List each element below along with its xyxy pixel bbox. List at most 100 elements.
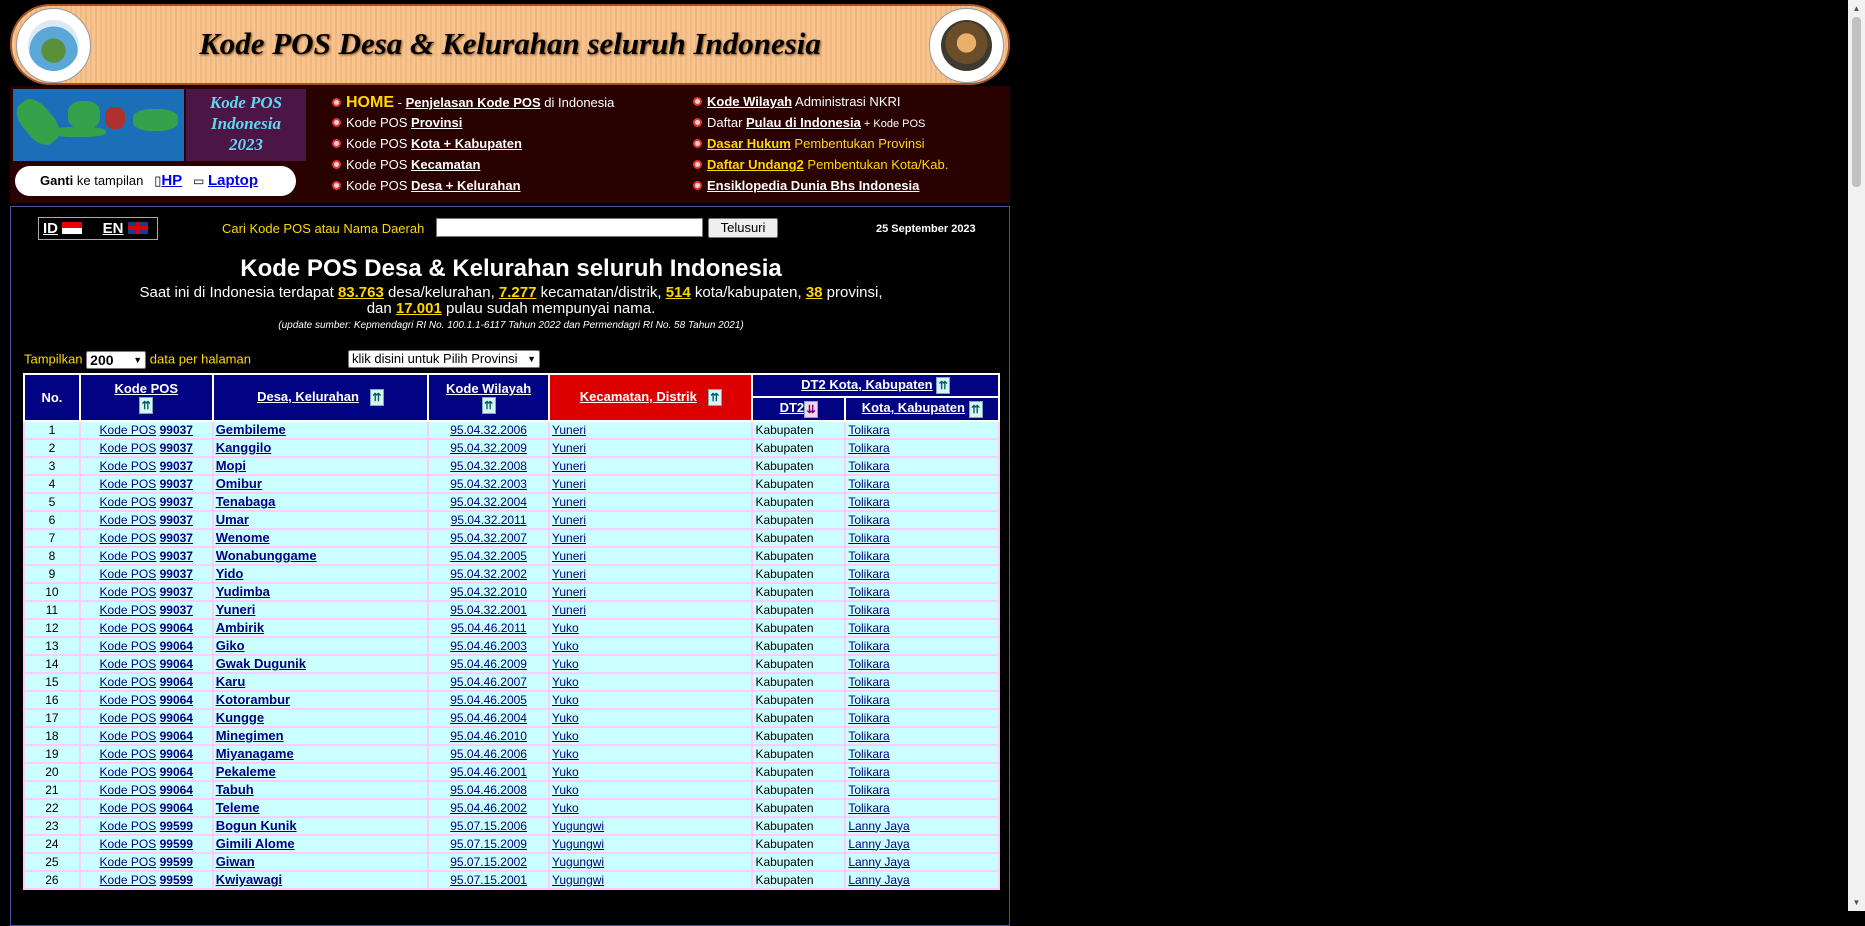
kota-link[interactable]: Tolikara bbox=[848, 657, 889, 671]
desa-link[interactable]: Giwan bbox=[216, 855, 255, 869]
kodepos-prefix-link[interactable]: Kode POS bbox=[100, 621, 157, 635]
kota-link[interactable]: Tolikara bbox=[848, 549, 889, 563]
kota-link[interactable]: Tolikara bbox=[848, 531, 889, 545]
search-button[interactable]: Telusuri bbox=[708, 218, 778, 238]
kodepos-prefix-link[interactable]: Kode POS bbox=[100, 729, 157, 743]
kota-link[interactable]: Tolikara bbox=[848, 729, 889, 743]
kodepos-link[interactable]: 99064 bbox=[160, 693, 193, 707]
kota-link[interactable]: Tolikara bbox=[848, 675, 889, 689]
kodepos-link[interactable]: 99064 bbox=[160, 765, 193, 779]
count-pulau-link[interactable]: 17.001 bbox=[396, 300, 442, 317]
kota-link[interactable]: Tolikara bbox=[848, 567, 889, 581]
desa-link[interactable]: Wenome bbox=[216, 531, 270, 545]
desa-link[interactable]: Umar bbox=[216, 513, 249, 527]
sort-kota-link[interactable]: Kota, Kabupaten bbox=[862, 400, 965, 415]
desa-link[interactable]: Gembileme bbox=[216, 423, 286, 437]
kodepos-link[interactable]: 99037 bbox=[160, 585, 193, 599]
kecamatan-link[interactable]: Yuneri bbox=[552, 567, 586, 581]
kodewilayah-link[interactable]: 95.04.46.2006 bbox=[450, 747, 527, 761]
kecamatan-link[interactable]: Yuneri bbox=[552, 441, 586, 455]
kodepos-prefix-link[interactable]: Kode POS bbox=[100, 855, 157, 869]
kodepos-link[interactable]: 99037 bbox=[160, 531, 193, 545]
kodepos-link[interactable]: 99037 bbox=[160, 459, 193, 473]
kodewilayah-link[interactable]: 95.07.15.2006 bbox=[450, 819, 527, 833]
kota-link[interactable]: Tolikara bbox=[848, 423, 889, 437]
kodepos-prefix-link[interactable]: Kode POS bbox=[100, 567, 157, 581]
kecamatan-link[interactable]: Yuko bbox=[552, 765, 579, 779]
kodewilayah-link[interactable]: 95.07.15.2002 bbox=[450, 855, 527, 869]
kecamatan-link[interactable]: Yugungwi bbox=[552, 837, 604, 851]
kodepos-prefix-link[interactable]: Kode POS bbox=[100, 639, 157, 653]
kota-link[interactable]: Tolikara bbox=[848, 783, 889, 797]
kota-link[interactable]: Lanny Jaya bbox=[848, 837, 909, 851]
kodepos-link[interactable]: 99064 bbox=[160, 729, 193, 743]
kodepos-prefix-link[interactable]: Kode POS bbox=[100, 765, 157, 779]
indonesia-flag-icon[interactable] bbox=[62, 222, 82, 234]
province-select[interactable]: klik disini untuk Pilih Provinsi ▼ bbox=[348, 350, 540, 368]
sort-kodewil-link[interactable]: Kode Wilayah bbox=[446, 381, 531, 396]
kecamatan-link[interactable]: Yuneri bbox=[552, 531, 586, 545]
kodewilayah-link[interactable]: 95.04.46.2005 bbox=[450, 693, 527, 707]
kodewilayah-link[interactable]: 95.04.46.2003 bbox=[450, 639, 527, 653]
kecamatan-link[interactable]: Yugungwi bbox=[552, 873, 604, 887]
kodepos-link[interactable]: 99037 bbox=[160, 513, 193, 527]
kota-link[interactable]: Lanny Jaya bbox=[848, 873, 909, 887]
desa-link[interactable]: Kanggilo bbox=[216, 441, 272, 455]
sort-icon[interactable]: ⇈ bbox=[968, 400, 983, 418]
kodepos-prefix-link[interactable]: Kode POS bbox=[100, 783, 157, 797]
count-kecamatan-link[interactable]: 7.277 bbox=[499, 284, 537, 301]
kodewilayah-link[interactable]: 95.07.15.2001 bbox=[450, 873, 527, 887]
desa-link[interactable]: Omibur bbox=[216, 477, 262, 491]
kota-link[interactable]: Tolikara bbox=[848, 477, 889, 491]
sort-icon[interactable]: ⇈ bbox=[707, 389, 722, 407]
kodewilayah-link[interactable]: 95.04.32.2009 bbox=[450, 441, 527, 455]
kodewilayah-link[interactable]: 95.04.46.2007 bbox=[450, 675, 527, 689]
desa-link[interactable]: Karu bbox=[216, 675, 246, 689]
nav-link-provinsi[interactable]: Provinsi bbox=[411, 115, 462, 130]
kodewilayah-link[interactable]: 95.04.46.2010 bbox=[450, 729, 527, 743]
kota-link[interactable]: Lanny Jaya bbox=[848, 819, 909, 833]
kodepos-link[interactable]: 99599 bbox=[160, 819, 193, 833]
lang-id-link[interactable]: ID bbox=[43, 220, 58, 237]
desa-link[interactable]: Ambirik bbox=[216, 621, 264, 635]
kota-link[interactable]: Tolikara bbox=[848, 585, 889, 599]
kodewilayah-link[interactable]: 95.04.32.2005 bbox=[450, 549, 527, 563]
nav-link-kecamatan[interactable]: Kecamatan bbox=[411, 157, 480, 172]
sort-kecamatan-link[interactable]: Kecamatan, Distrik bbox=[580, 389, 697, 404]
kodepos-prefix-link[interactable]: Kode POS bbox=[100, 477, 157, 491]
kodewilayah-link[interactable]: 95.04.32.2002 bbox=[450, 567, 527, 581]
sort-desc-icon[interactable]: ⇊ bbox=[804, 400, 819, 418]
desa-link[interactable]: Minegimen bbox=[216, 729, 284, 743]
sort-icon[interactable]: ⇈ bbox=[139, 396, 154, 414]
kodepos-link[interactable]: 99037 bbox=[160, 441, 193, 455]
kecamatan-link[interactable]: Yuko bbox=[552, 693, 579, 707]
kecamatan-link[interactable]: Yuko bbox=[552, 729, 579, 743]
scroll-up-icon[interactable]: ▲ bbox=[1848, 0, 1865, 17]
kodewilayah-link[interactable]: 95.04.32.2006 bbox=[450, 423, 527, 437]
brand-logo[interactable]: Kode POS Indonesia 2023 bbox=[186, 89, 306, 161]
kota-link[interactable]: Tolikara bbox=[848, 693, 889, 707]
kodewilayah-link[interactable]: 95.04.32.2011 bbox=[451, 513, 527, 527]
kota-link[interactable]: Tolikara bbox=[848, 801, 889, 815]
sort-kodepos-link[interactable]: Kode POS bbox=[114, 381, 178, 396]
count-kota-link[interactable]: 514 bbox=[666, 284, 691, 301]
indonesia-map-image[interactable] bbox=[13, 89, 184, 161]
kecamatan-link[interactable]: Yuko bbox=[552, 783, 579, 797]
kodewilayah-link[interactable]: 95.04.46.2001 bbox=[450, 765, 527, 779]
kodepos-prefix-link[interactable]: Kode POS bbox=[100, 585, 157, 599]
desa-link[interactable]: Pekaleme bbox=[216, 765, 276, 779]
sort-icon[interactable]: ⇈ bbox=[936, 377, 951, 395]
kodepos-prefix-link[interactable]: Kode POS bbox=[100, 459, 157, 473]
kodepos-prefix-link[interactable]: Kode POS bbox=[100, 603, 157, 617]
kecamatan-link[interactable]: Yugungwi bbox=[552, 855, 604, 869]
sort-dt2group-link[interactable]: DT2 Kota, Kabupaten bbox=[801, 377, 932, 392]
desa-link[interactable]: Gwak Dugunik bbox=[216, 657, 306, 671]
sort-desa-link[interactable]: Desa, Kelurahan bbox=[257, 389, 359, 404]
kodepos-link[interactable]: 99599 bbox=[160, 855, 193, 869]
desa-link[interactable]: Yido bbox=[216, 567, 244, 581]
desa-link[interactable]: Tenabaga bbox=[216, 495, 276, 509]
per-page-select[interactable]: 200 ▼ bbox=[86, 351, 147, 369]
kodepos-link[interactable]: 99037 bbox=[160, 423, 193, 437]
kodewilayah-link[interactable]: 95.04.46.2009 bbox=[450, 657, 527, 671]
nav-link-desa[interactable]: Desa + Kelurahan bbox=[411, 178, 520, 193]
